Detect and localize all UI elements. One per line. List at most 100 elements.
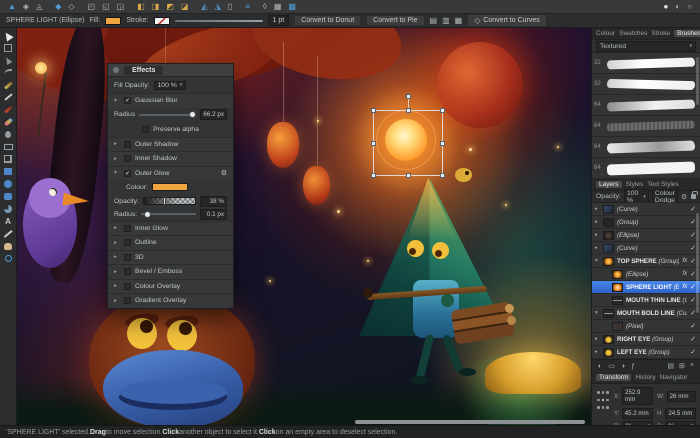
expander-icon[interactable]: ▸ (595, 206, 600, 212)
layer-fx-badge[interactable]: fx (682, 284, 687, 290)
fill-opacity-dropdown[interactable]: 100 % ▾ (154, 81, 187, 90)
tab-layers[interactable]: Layers (596, 181, 622, 188)
snap-candidates-icon[interactable]: ◩ (166, 3, 174, 11)
gear-icon[interactable]: ⚙ (681, 193, 687, 201)
convert-to-curves-button[interactable]: ◇ Convert to Curves (467, 14, 547, 27)
close-icon[interactable] (113, 67, 119, 73)
transparency-tool[interactable] (3, 143, 14, 152)
edit-all-layers-icon[interactable]: ◐ (598, 363, 602, 370)
outer-glow-radius-slider[interactable] (141, 213, 196, 215)
outline-section[interactable]: ▸ Outline (108, 235, 233, 250)
expander-icon[interactable]: ▸ (114, 141, 120, 147)
colour-overlay-section[interactable]: ▸ Colour Overlay (108, 279, 233, 294)
layer-row[interactable]: ▸ (Curve) ✓ (592, 242, 700, 255)
expander-icon[interactable]: ▸ (595, 219, 600, 225)
bevel-emboss-checkbox[interactable] (124, 268, 131, 275)
layer-visibility-check[interactable]: ✓ (690, 348, 696, 356)
transform-bounds-icon[interactable]: ◰ (88, 3, 96, 11)
outer-shadow-section[interactable]: ▸ Outer Shadow (108, 137, 233, 152)
layer-fx-badge[interactable]: fx (682, 258, 687, 264)
expander-icon[interactable]: ▾ (595, 310, 600, 316)
tab-transform[interactable]: Transform (596, 374, 631, 381)
rounded-rectangle-tool[interactable] (3, 192, 14, 201)
bevel-emboss-section[interactable]: ▸ Bevel / Emboss (108, 264, 233, 279)
remove-layer-icon[interactable]: × (690, 362, 694, 370)
layer-row-left-eye[interactable]: ▸ LEFT EYE (Group) ✓ (592, 346, 700, 359)
expander-icon[interactable]: ▸ (114, 283, 120, 289)
insert-on-top-icon[interactable]: ▦ (455, 16, 463, 25)
layer-row[interactable]: ▸ (Group) ✓ (592, 216, 700, 229)
stroke-width-value[interactable]: 1 pt (268, 15, 290, 26)
inner-glow-checkbox[interactable] (124, 225, 131, 232)
convert-to-pie-button[interactable]: Convert to Pie (366, 15, 424, 26)
expander-icon[interactable]: ▸ (114, 156, 120, 162)
view-pixel-icon[interactable]: ○ (687, 3, 692, 11)
gradient-overlay-section[interactable]: ▸ Gradient Overlay (108, 293, 233, 308)
brush-item[interactable]: 64 (592, 116, 700, 137)
artboard-tool[interactable] (3, 43, 14, 52)
hand-tool[interactable] (3, 242, 14, 251)
mask-layer-icon[interactable]: ▭ (608, 362, 615, 370)
brush-item[interactable]: 64 (592, 137, 700, 158)
selection-handle[interactable] (371, 141, 376, 146)
pie-tool[interactable] (3, 204, 14, 213)
tab-colour[interactable]: Colour (596, 30, 615, 37)
assets-icon[interactable]: ▦ (274, 3, 282, 11)
selection-handle[interactable] (440, 173, 445, 178)
pencil-tool[interactable] (3, 81, 14, 90)
expander-icon[interactable]: ▸ (595, 349, 600, 355)
expander-icon[interactable]: ▾ (114, 170, 120, 176)
artboard-icon[interactable]: ▯ (228, 3, 232, 11)
shape-outline-icon[interactable]: ◇ (68, 3, 74, 11)
inner-glow-section[interactable]: ▸ Inner Glow (108, 221, 233, 236)
shape-filled-icon[interactable]: ◆ (55, 3, 61, 11)
expander-icon[interactable]: ▸ (114, 298, 120, 304)
convert-to-donut-button[interactable]: Convert to Donut (294, 15, 361, 26)
document-canvas[interactable] (17, 28, 591, 425)
inner-shadow-section[interactable]: ▸ Inner Shadow (108, 151, 233, 166)
brush-item[interactable]: 64 (592, 158, 700, 179)
expander-icon[interactable]: ▾ (114, 98, 120, 104)
outer-glow-colour-swatch[interactable] (152, 183, 188, 191)
outer-glow-radius-value[interactable]: 0.1 px (200, 209, 227, 220)
slider-thumb[interactable] (144, 211, 151, 218)
corner-tool[interactable] (3, 68, 14, 77)
inner-shadow-checkbox[interactable] (124, 155, 131, 162)
expander-icon[interactable]: ▸ (114, 225, 120, 231)
slider-thumb[interactable] (189, 111, 196, 118)
layer-effects-icon[interactable]: ƒ (631, 363, 635, 370)
expander-icon[interactable]: ▸ (114, 240, 120, 246)
outer-glow-opacity-value[interactable]: 38 % (200, 196, 227, 207)
brush-category-dropdown[interactable]: Textured ▾ (596, 41, 696, 52)
selection-handle[interactable] (371, 173, 376, 178)
expander-icon[interactable]: ▸ (595, 232, 600, 238)
flip-vertical-icon[interactable]: ◮ (215, 3, 221, 11)
layer-row-right-eye[interactable]: ▸ RIGHT EYE (Group) ✓ (592, 333, 700, 346)
gaussian-blur-checkbox[interactable]: ✓ (124, 97, 131, 104)
fill-tool[interactable] (3, 130, 14, 139)
snap-object-icon[interactable]: ◨ (152, 3, 160, 11)
outer-glow-section[interactable]: ▾ ✓ Outer Glow ⚙ (108, 166, 233, 181)
gear-icon[interactable]: ⚙ (221, 169, 227, 177)
tab-swatches[interactable]: Swatches (619, 30, 647, 37)
snap-grid-icon[interactable]: ◧ (137, 3, 145, 11)
layer-row-top-sphere[interactable]: ▾ TOP SPHERE (Group) fx ✓ (592, 255, 700, 268)
layer-row[interactable]: ▸ (Curve) ✓ (592, 203, 700, 216)
crop-tool[interactable] (3, 155, 14, 164)
line-tool[interactable] (3, 229, 14, 238)
symbols-icon[interactable]: ▩ (288, 3, 296, 11)
outer-shadow-checkbox[interactable] (124, 141, 131, 148)
insert-behind-icon[interactable]: ▤ (430, 16, 438, 25)
expander-icon[interactable]: ▸ (595, 336, 600, 342)
brush-item[interactable]: 64 (592, 95, 700, 116)
rectangle-tool[interactable] (3, 167, 14, 176)
selection-handle[interactable] (371, 108, 376, 113)
vector-brush-tool[interactable] (3, 118, 14, 127)
outer-glow-opacity-slider[interactable] (143, 197, 196, 205)
layer-visibility-check[interactable]: ✓ (690, 322, 696, 330)
brush-tool[interactable] (3, 105, 14, 114)
gaussian-blur-section[interactable]: ▾ ✓ Gaussian Blur (108, 93, 233, 108)
layer-row[interactable]: (Ellipse) fx ✓ (592, 268, 700, 281)
layer-fx-badge[interactable]: fx (682, 271, 687, 277)
threed-checkbox[interactable] (124, 254, 131, 261)
